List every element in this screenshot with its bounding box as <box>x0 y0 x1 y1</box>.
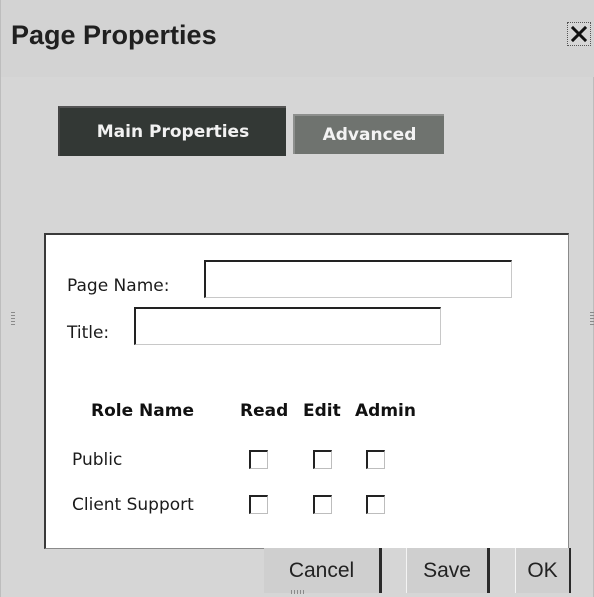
client-support-admin-checkbox[interactable] <box>366 495 385 514</box>
admin-header: Admin <box>355 401 416 421</box>
button-separator <box>381 548 406 593</box>
close-button[interactable] <box>567 22 591 46</box>
dialog-titlebar[interactable]: Page Properties <box>1 0 594 77</box>
client-support-read-checkbox[interactable] <box>249 495 268 514</box>
client-support-edit-checkbox[interactable] <box>313 495 332 514</box>
left-resize-grip[interactable] <box>11 312 15 326</box>
bottom-resize-grip[interactable] <box>291 590 305 594</box>
button-separator <box>489 548 515 593</box>
page-name-input[interactable] <box>204 260 512 298</box>
main-properties-panel: Page Name: Title: Role Name Read Edit Ad… <box>44 233 569 549</box>
title-input[interactable] <box>134 307 441 345</box>
role-public: Public <box>72 450 123 470</box>
close-icon <box>570 25 588 43</box>
role-client-support: Client Support <box>72 495 194 515</box>
tab-main-properties[interactable]: Main Properties <box>58 106 286 156</box>
page-name-label: Page Name: <box>67 276 170 296</box>
tab-advanced[interactable]: Advanced <box>293 114 444 154</box>
role-name-header: Role Name <box>91 401 194 421</box>
title-label: Title: <box>67 323 110 343</box>
read-header: Read <box>240 401 289 421</box>
page-properties-dialog: Page Properties Main Properties Advanced… <box>0 0 594 597</box>
right-resize-grip[interactable] <box>590 312 594 326</box>
edit-header: Edit <box>303 401 341 421</box>
public-read-checkbox[interactable] <box>249 450 268 469</box>
dialog-title: Page Properties <box>11 20 217 50</box>
ok-button[interactable]: OK <box>515 548 571 593</box>
save-button[interactable]: Save <box>406 548 489 593</box>
cancel-button[interactable]: Cancel <box>264 548 381 593</box>
public-admin-checkbox[interactable] <box>366 450 385 469</box>
public-edit-checkbox[interactable] <box>313 450 332 469</box>
